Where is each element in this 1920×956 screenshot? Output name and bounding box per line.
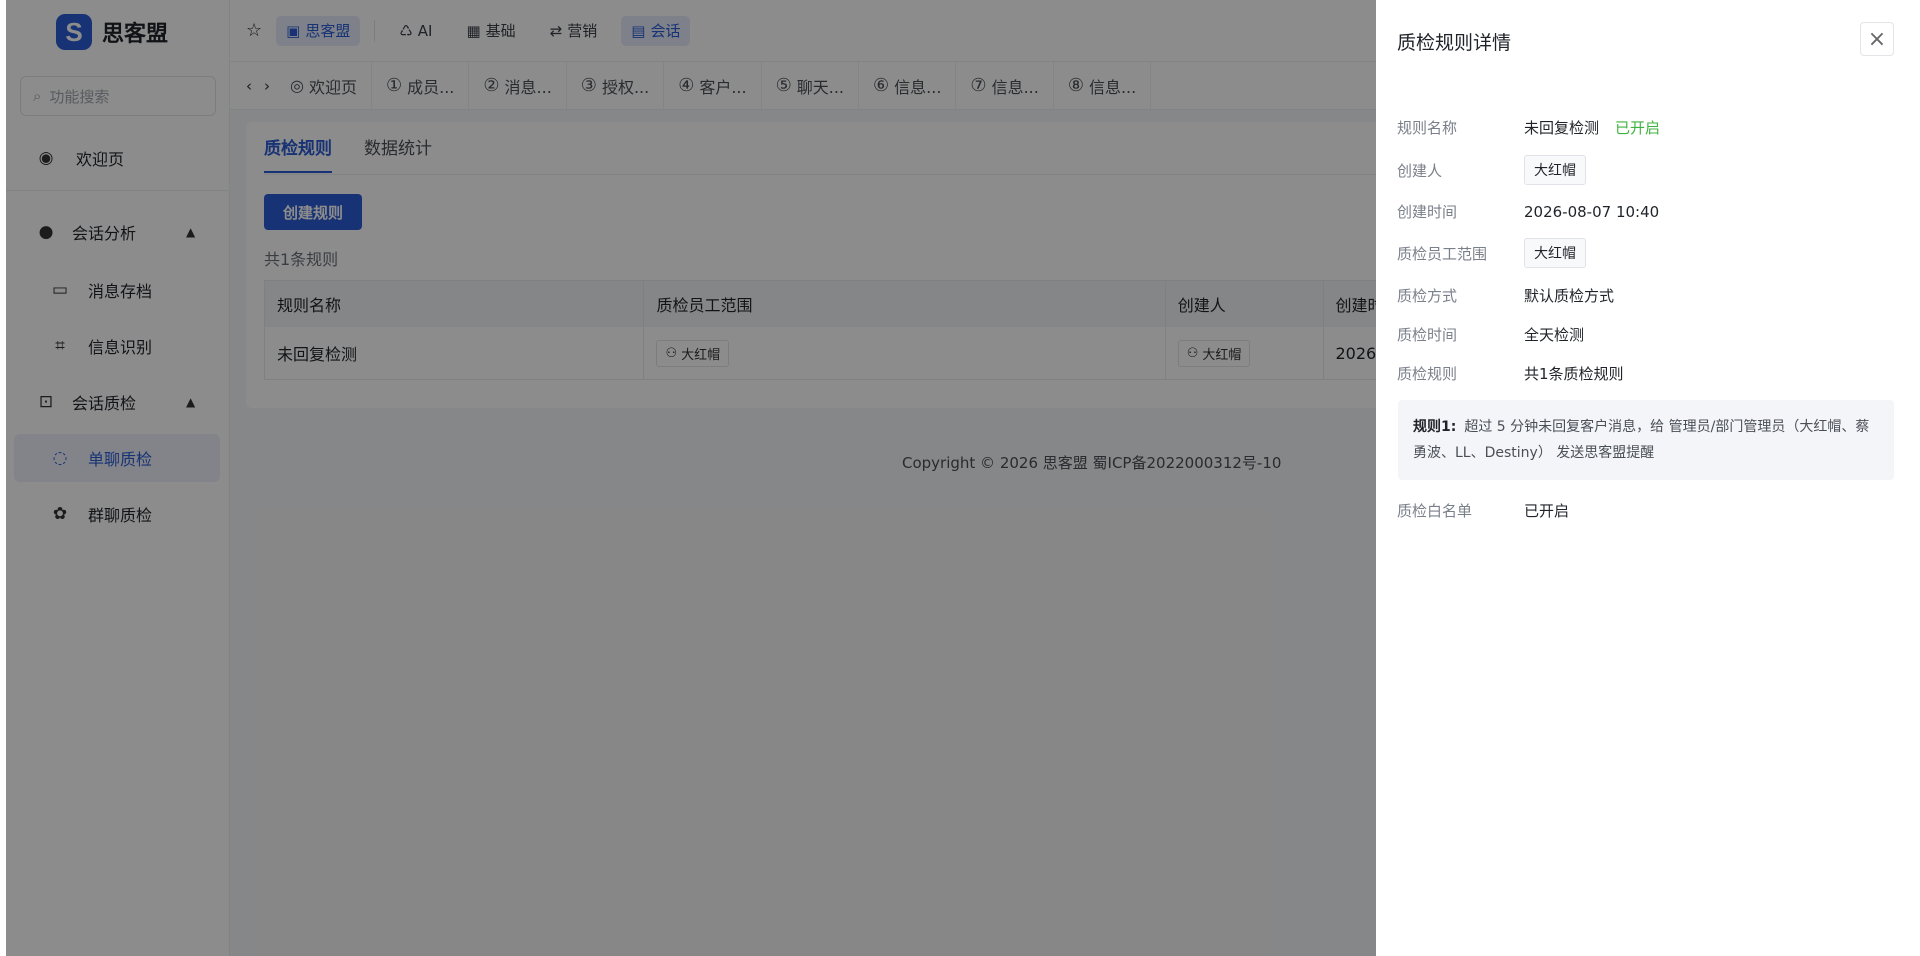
field-qc-time: 质检时间 全天检测 [1397,324,1584,345]
drawer-title: 质检规则详情 [1397,32,1512,54]
user-tag: 大红帽 [1524,238,1586,268]
field-label: 质检员工范围 [1397,244,1488,263]
field-value: 未回复检测 [1524,119,1600,137]
close-icon[interactable]: × [1860,22,1894,56]
rule-detail-box: 规则1: 超过 5 分钟未回复客户消息，给 管理员/部门管理员（大红帽、蔡勇波、L… [1398,400,1894,480]
field-label: 创建人 [1397,161,1443,180]
field-label: 质检白名单 [1397,502,1473,520]
modal-overlay[interactable] [6,0,1382,956]
field-qc-rules: 质检规则 共1条质检规则 [1397,363,1624,384]
field-staff-scope: 质检员工范围 大红帽 [1397,238,1586,268]
field-whitelist: 质检白名单 已开启 [1397,500,1569,521]
field-value: 已开启 [1524,502,1570,520]
field-qc-method: 质检方式 默认质检方式 [1397,285,1614,306]
field-label: 创建时间 [1397,203,1458,221]
status-badge: 已开启 [1615,119,1661,137]
user-tag: 大红帽 [1524,155,1586,185]
field-created-time: 创建时间 2026-08-07 10:40 [1397,201,1659,222]
field-label: 质检方式 [1397,287,1458,305]
field-value: 默认质检方式 [1524,287,1615,305]
field-value: 共1条质检规则 [1524,365,1624,383]
rule-detail-drawer: 质检规则详情 × 规则名称 未回复检测 已开启 创建人 大红帽 创建时间 2026… [1376,0,1920,956]
rule-title: 规则1: [1413,419,1457,435]
field-rule-name: 规则名称 未回复检测 已开启 [1397,117,1660,138]
rule-text: 超过 5 分钟未回复客户消息，给 管理员/部门管理员（大红帽、蔡勇波、LL、De… [1413,419,1870,461]
field-label: 质检时间 [1397,326,1458,344]
field-creator: 创建人 大红帽 [1397,155,1586,185]
field-label: 规则名称 [1397,119,1458,137]
field-value: 2026-08-07 10:40 [1524,202,1660,221]
field-label: 质检规则 [1397,365,1458,383]
field-value: 全天检测 [1524,326,1585,344]
